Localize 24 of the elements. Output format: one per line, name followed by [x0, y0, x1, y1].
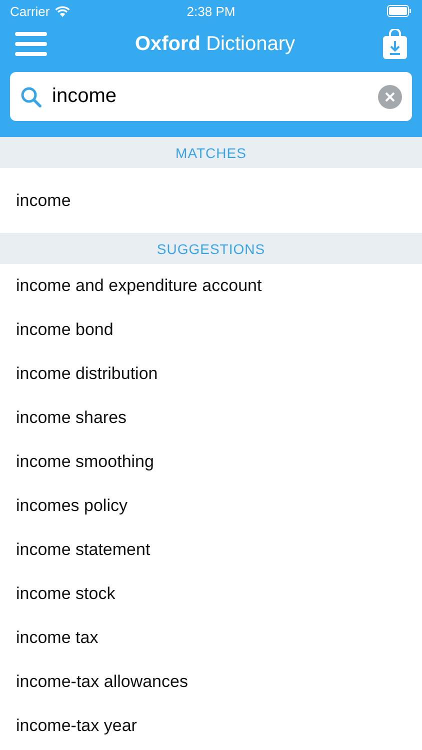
section-header: SUGGESTIONS [0, 233, 422, 264]
status-time: 2:38 PM [186, 4, 236, 18]
carrier-label: Carrier [10, 4, 50, 18]
result-item[interactable]: income-tax allowances [0, 660, 422, 704]
download-bag-icon[interactable] [382, 29, 407, 59]
result-item[interactable]: income stock [0, 572, 422, 616]
result-item[interactable]: income-tax year [0, 704, 422, 748]
app-title: Oxford Dictionary [134, 32, 296, 56]
result-item[interactable]: income distribution [0, 352, 422, 396]
result-item[interactable]: income smoothing [0, 440, 422, 484]
result-item[interactable]: income and expenditure account [0, 264, 422, 308]
menu-icon[interactable] [15, 32, 47, 56]
search-icon [20, 86, 42, 108]
result-item[interactable]: income bond [0, 308, 422, 352]
result-item[interactable]: incomes policy [0, 484, 422, 528]
section-header: MATCHES [0, 137, 422, 168]
result-item[interactable]: income shares [0, 396, 422, 440]
result-item[interactable]: income statement [0, 528, 422, 572]
search-field[interactable]: income [10, 72, 412, 121]
result-item[interactable]: income [0, 168, 422, 233]
result-item[interactable]: income tax [0, 616, 422, 660]
wifi-icon [54, 6, 70, 16]
battery-icon [386, 5, 412, 17]
clear-icon[interactable] [378, 84, 402, 108]
